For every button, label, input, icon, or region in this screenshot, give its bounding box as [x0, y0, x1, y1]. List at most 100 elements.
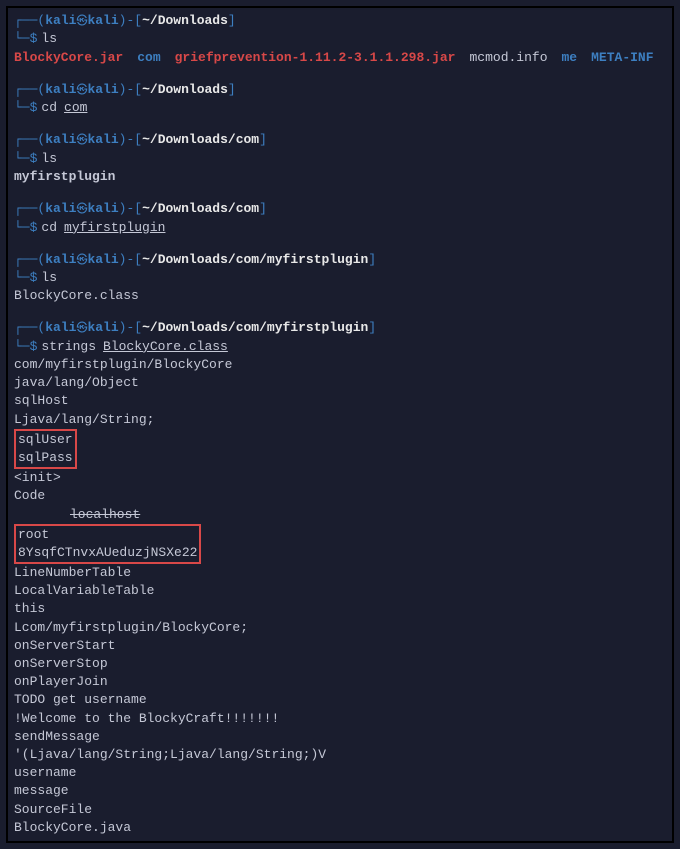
dash: -	[126, 12, 134, 30]
terminal-window[interactable]: ┌── ( kali ㉿ kali ) - [ ~/Downloads ] └─…	[6, 6, 674, 843]
prompt-host: kali	[87, 12, 118, 30]
command-line[interactable]: └─ $ ls	[14, 150, 666, 168]
prompt-host: kali	[87, 319, 118, 337]
skull-icon: ㉿	[76, 134, 87, 149]
prompt-block-6: ┌── ( kali ㉿ kali ) - [ ~/Downloads/com/…	[14, 319, 666, 836]
highlight-credentials-keys: sqlUser sqlPass	[14, 429, 666, 469]
command-line[interactable]: └─ $ cd com	[14, 99, 666, 117]
output-line: TODO get username	[14, 691, 666, 709]
prompt-path: ~/Downloads/com	[142, 131, 259, 149]
prompt-host: kali	[87, 251, 118, 269]
paren-close: )	[119, 12, 127, 30]
output-line: Ljava/lang/String;	[14, 411, 666, 429]
skull-icon: ㉿	[76, 84, 87, 99]
output-line: Code	[14, 487, 666, 505]
elbow-icon: ┌──	[14, 200, 37, 218]
prompt-host: kali	[87, 131, 118, 149]
output-line: this	[14, 600, 666, 618]
command-line[interactable]: └─ $ strings BlockyCore.class	[14, 338, 666, 356]
command-line[interactable]: └─ $ ls	[14, 269, 666, 287]
bracket-close: ]	[228, 12, 236, 30]
command: ls	[41, 150, 57, 168]
prompt-path: ~/Downloads/com/myfirstplugin	[142, 251, 368, 269]
bracket-open: [	[134, 12, 142, 30]
highlight-credentials-values: root 8YsqfCTnvxAUeduzjNSXe22	[14, 524, 666, 564]
prompt-block-2: ┌── ( kali ㉿ kali ) - [ ~/Downloads ] └─…	[14, 81, 666, 118]
prompt-user: kali	[45, 131, 76, 149]
prompt-line: ┌── ( kali ㉿ kali ) - [ ~/Downloads/com …	[14, 200, 666, 218]
strings-output: com/myfirstplugin/BlockyCore java/lang/O…	[14, 356, 666, 837]
elbow-icon: ┌──	[14, 81, 37, 99]
elbow-icon: ┌──	[14, 131, 37, 149]
elbow-bottom-icon: └─	[14, 150, 30, 168]
skull-icon: ㉿	[76, 15, 87, 30]
prompt-block-5: ┌── ( kali ㉿ kali ) - [ ~/Downloads/com/…	[14, 251, 666, 306]
elbow-icon: ┌──	[14, 319, 37, 337]
dollar-sign: $	[30, 30, 38, 48]
prompt-user: kali	[45, 200, 76, 218]
output-line: LineNumberTable	[14, 564, 666, 582]
output-line: java/lang/Object	[14, 374, 666, 392]
prompt-path: ~/Downloads	[142, 12, 228, 30]
dollar-sign: $	[30, 99, 38, 117]
skull-icon: ㉿	[76, 322, 87, 337]
file-item: META-INF	[591, 49, 653, 67]
command: ls	[41, 30, 57, 48]
output-line: 8YsqfCTnvxAUeduzjNSXe22	[18, 544, 197, 562]
command: strings	[41, 338, 96, 356]
prompt-path: ~/Downloads/com	[142, 200, 259, 218]
output-line: sqlUser	[18, 431, 73, 449]
prompt-line: ┌── ( kali ㉿ kali ) - [ ~/Downloads ]	[14, 12, 666, 30]
file-item: griefprevention-1.11.2-3.1.1.298.jar	[175, 49, 456, 67]
dollar-sign: $	[30, 150, 38, 168]
prompt-line: ┌── ( kali ㉿ kali ) - [ ~/Downloads/com …	[14, 131, 666, 149]
dollar-sign: $	[30, 219, 38, 237]
elbow-bottom-icon: └─	[14, 99, 30, 117]
prompt-host: kali	[87, 200, 118, 218]
ls-output-dir: myfirstplugin	[14, 168, 666, 186]
elbow-icon: ┌──	[14, 251, 37, 269]
prompt-user: kali	[45, 81, 76, 99]
output-line: BlockyCore.java	[14, 819, 666, 837]
dollar-sign: $	[30, 269, 38, 287]
dollar-sign: $	[30, 338, 38, 356]
command: cd	[41, 219, 57, 237]
output-line: com/myfirstplugin/BlockyCore	[14, 356, 666, 374]
output-line: !Welcome to the BlockyCraft!!!!!!!	[14, 710, 666, 728]
command-arg: BlockyCore.class	[103, 338, 228, 356]
prompt-line: ┌── ( kali ㉿ kali ) - [ ~/Downloads/com/…	[14, 319, 666, 337]
skull-icon: ㉿	[76, 254, 87, 269]
prompt-path: ~/Downloads/com/myfirstplugin	[142, 319, 368, 337]
prompt-user: kali	[45, 319, 76, 337]
output-line: message	[14, 782, 666, 800]
output-line: Lcom/myfirstplugin/BlockyCore;	[14, 619, 666, 637]
output-line: LocalVariableTable	[14, 582, 666, 600]
command-arg: myfirstplugin	[64, 219, 165, 237]
prompt-block-4: ┌── ( kali ㉿ kali ) - [ ~/Downloads/com …	[14, 200, 666, 237]
output-line: SourceFile	[14, 801, 666, 819]
file-item: BlockyCore.jar	[14, 49, 123, 67]
output-line: root	[18, 526, 197, 544]
command: ls	[41, 269, 57, 287]
output-line: username	[14, 764, 666, 782]
file-item: com	[137, 49, 160, 67]
elbow-bottom-icon: └─	[14, 338, 30, 356]
ls-output: BlockyCore.jar com griefprevention-1.11.…	[14, 49, 666, 67]
output-line: '(Ljava/lang/String;Ljava/lang/String;)V	[14, 746, 666, 764]
prompt-user: kali	[45, 12, 76, 30]
output-line: sqlHost	[14, 392, 666, 410]
command: cd	[41, 99, 57, 117]
prompt-host: kali	[87, 81, 118, 99]
command-arg: com	[64, 99, 87, 117]
command-line[interactable]: └─ $ cd myfirstplugin	[14, 219, 666, 237]
prompt-block-3: ┌── ( kali ㉿ kali ) - [ ~/Downloads/com …	[14, 131, 666, 186]
output-line: sendMessage	[14, 728, 666, 746]
prompt-line: ┌── ( kali ㉿ kali ) - [ ~/Downloads ]	[14, 81, 666, 99]
prompt-path: ~/Downloads	[142, 81, 228, 99]
skull-icon: ㉿	[76, 203, 87, 218]
ls-output-file: BlockyCore.class	[14, 287, 666, 305]
output-line-strike: localhost	[14, 506, 666, 524]
command-line[interactable]: └─ $ ls	[14, 30, 666, 48]
highlight-box-icon: sqlUser sqlPass	[14, 429, 77, 469]
elbow-bottom-icon: └─	[14, 219, 30, 237]
